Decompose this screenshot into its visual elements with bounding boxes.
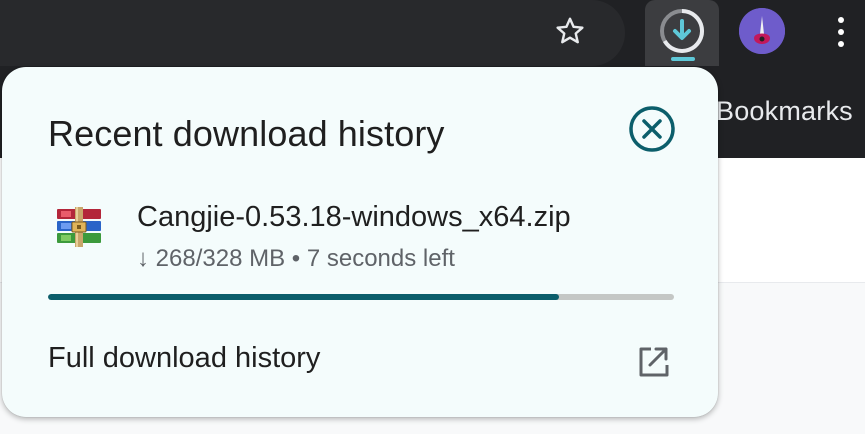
- download-status: ↓ 268/328 MB • 7 seconds left: [137, 245, 455, 272]
- download-bubble: Recent download history Cangjie-0.53.18-…: [2, 67, 718, 417]
- full-history-label: Full download history: [48, 342, 321, 374]
- close-circle-icon: [629, 106, 675, 152]
- address-bar[interactable]: [0, 0, 625, 66]
- winrar-archive-icon: [55, 207, 103, 247]
- download-progress-bar: [48, 294, 674, 300]
- full-download-history-button[interactable]: Full download history: [2, 325, 718, 395]
- bookmarks-button[interactable]: Bookmarks: [716, 96, 853, 127]
- bookmark-star-icon[interactable]: [551, 12, 589, 50]
- profile-avatar[interactable]: [739, 8, 785, 54]
- download-file-name[interactable]: Cangjie-0.53.18-windows_x64.zip: [137, 201, 571, 234]
- guitar-avatar-icon: [739, 8, 785, 54]
- kebab-menu-icon[interactable]: [826, 12, 856, 52]
- browser-toolbar: [0, 0, 865, 68]
- download-progress-fill: [48, 294, 560, 300]
- open-in-new-icon: [633, 342, 673, 382]
- bubble-title: Recent download history: [48, 113, 445, 154]
- close-button[interactable]: [625, 102, 679, 156]
- download-toolbar-button[interactable]: [645, 0, 719, 66]
- download-progress-icon: [660, 9, 704, 61]
